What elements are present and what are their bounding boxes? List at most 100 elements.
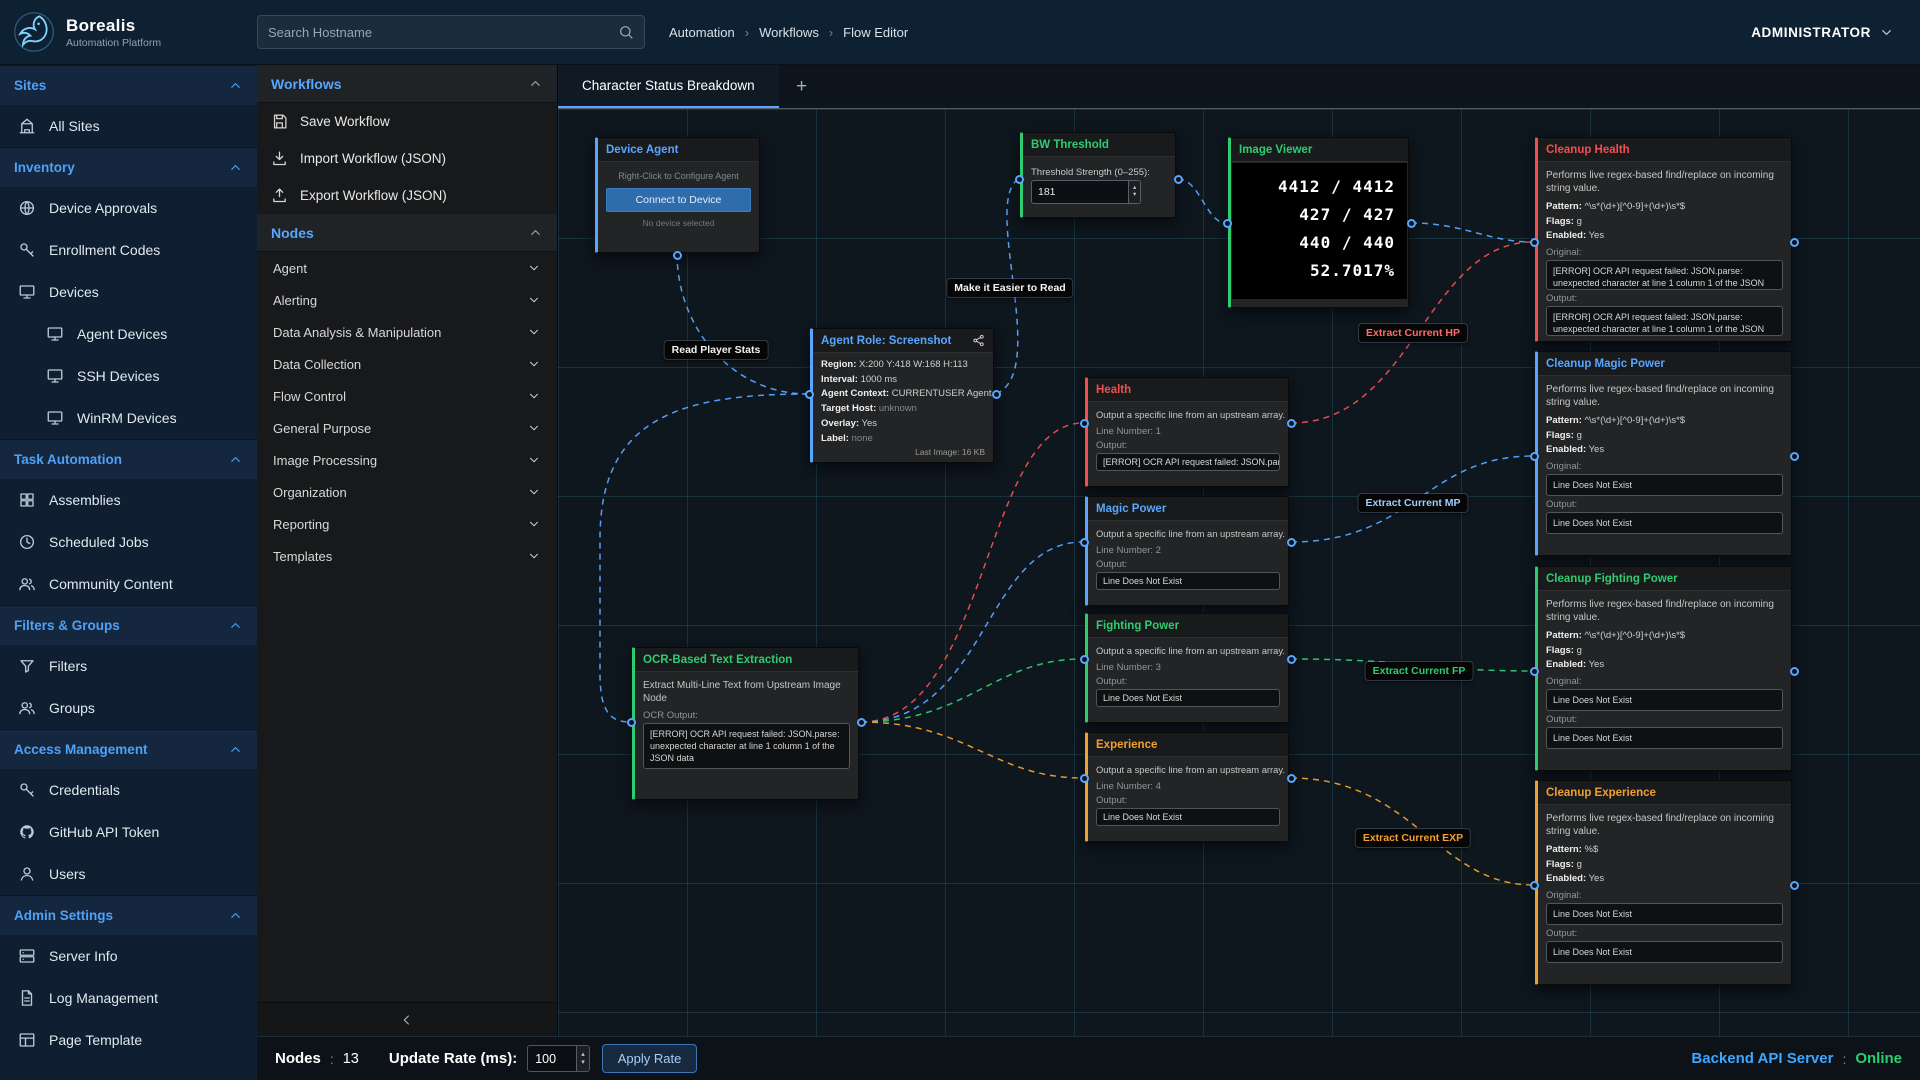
- connector-dot[interactable]: [1790, 452, 1799, 461]
- threshold-input[interactable]: ▴▾: [1031, 180, 1141, 204]
- node-category-alerting[interactable]: Alerting: [257, 284, 557, 316]
- connector-dot[interactable]: [1790, 881, 1799, 890]
- overlay-label: Overlay:: [821, 418, 859, 429]
- nodes-section-header[interactable]: Nodes: [257, 214, 557, 252]
- connect-to-device-button[interactable]: Connect to Device: [606, 188, 751, 212]
- update-rate-input[interactable]: ▴▾: [527, 1045, 590, 1072]
- connector-dot[interactable]: [1287, 419, 1296, 428]
- connector-dot[interactable]: [1080, 538, 1089, 547]
- sidebar-section-filters-groups[interactable]: Filters & Groups: [0, 605, 257, 645]
- node-device-agent[interactable]: Device Agent Right-Click to Configure Ag…: [595, 137, 760, 253]
- sidebar-item-devices[interactable]: Devices: [0, 271, 257, 313]
- connector-dot[interactable]: [1530, 667, 1539, 676]
- node-category-templates[interactable]: Templates: [257, 540, 557, 572]
- node-fighting-power[interactable]: Fighting Power Output a specific line fr…: [1085, 613, 1289, 723]
- node-bw-threshold[interactable]: BW Threshold Threshold Strength (0–255):…: [1020, 132, 1176, 218]
- connector-dot[interactable]: [1790, 238, 1799, 247]
- sidebar-item-credentials[interactable]: Credentials: [0, 769, 257, 811]
- sidebar-section-access-management[interactable]: Access Management: [0, 729, 257, 769]
- sidebar-section-inventory[interactable]: Inventory: [0, 147, 257, 187]
- connector-dot[interactable]: [1287, 774, 1296, 783]
- flow-canvas[interactable]: Read Player Stats Make it Easier to Read…: [558, 109, 1920, 1036]
- connector-dot[interactable]: [1407, 219, 1416, 228]
- connector-dot[interactable]: [1790, 667, 1799, 676]
- node-cleanup-fighting-power[interactable]: Cleanup Fighting Power Performs live reg…: [1535, 566, 1792, 771]
- import-workflow-button[interactable]: Import Workflow (JSON): [257, 140, 557, 177]
- search-input[interactable]: [268, 25, 618, 40]
- breadcrumb-flow-editor[interactable]: Flow Editor: [843, 25, 908, 40]
- connector-dot[interactable]: [1223, 219, 1232, 228]
- sidebar-item-github-api-token[interactable]: GitHub API Token: [0, 811, 257, 853]
- node-category-organization[interactable]: Organization: [257, 476, 557, 508]
- node-magic-power[interactable]: Magic Power Output a specific line from …: [1085, 496, 1289, 606]
- node-category-flow-control[interactable]: Flow Control: [257, 380, 557, 412]
- connector-dot[interactable]: [992, 390, 1001, 399]
- number-stepper[interactable]: ▴▾: [576, 1046, 589, 1071]
- node-category-image-processing[interactable]: Image Processing: [257, 444, 557, 476]
- sidebar-item-groups[interactable]: Groups: [0, 687, 257, 729]
- node-cleanup-magic-power[interactable]: Cleanup Magic Power Performs live regex-…: [1535, 351, 1792, 556]
- node-agent-role-screenshot[interactable]: Agent Role: Screenshot Region: X:200 Y:4…: [810, 328, 994, 463]
- export-workflow-button[interactable]: Export Workflow (JSON): [257, 177, 557, 214]
- breadcrumb-workflows[interactable]: Workflows: [759, 25, 819, 40]
- sidebar-item-enrollment-codes[interactable]: Enrollment Codes: [0, 229, 257, 271]
- node-experience[interactable]: Experience Output a specific line from a…: [1085, 732, 1289, 842]
- sidebar-item-all-sites[interactable]: All Sites: [0, 105, 257, 147]
- sidebar-item-ssh-devices[interactable]: SSH Devices: [0, 355, 257, 397]
- sidebar-item-page-template[interactable]: Page Template: [0, 1019, 257, 1061]
- sidebar-item-users[interactable]: Users: [0, 853, 257, 895]
- sidebar-item-agent-devices[interactable]: Agent Devices: [0, 313, 257, 355]
- threshold-value-field[interactable]: [1032, 181, 1128, 203]
- breadcrumb-automation[interactable]: Automation: [669, 25, 735, 40]
- node-category-data-collection[interactable]: Data Collection: [257, 348, 557, 380]
- connector-dot[interactable]: [1530, 238, 1539, 247]
- fp-readout: 440 / 440: [1244, 229, 1395, 257]
- number-stepper[interactable]: ▴▾: [1128, 181, 1140, 203]
- update-rate-field[interactable]: [528, 1046, 576, 1071]
- connector-dot[interactable]: [1015, 175, 1024, 184]
- connector-dot[interactable]: [805, 390, 814, 399]
- tab-character-status-breakdown[interactable]: Character Status Breakdown: [558, 65, 779, 108]
- connector-dot[interactable]: [1080, 419, 1089, 428]
- connector-dot[interactable]: [1080, 655, 1089, 664]
- workflows-section-header[interactable]: Workflows: [257, 65, 557, 103]
- node-cleanup-experience[interactable]: Cleanup Experience Performs live regex-b…: [1535, 780, 1792, 985]
- sidebar-item-filters[interactable]: Filters: [0, 645, 257, 687]
- apply-rate-button[interactable]: Apply Rate: [602, 1044, 698, 1073]
- sidebar-item-log-management[interactable]: Log Management: [0, 977, 257, 1019]
- grid-icon: [18, 491, 36, 509]
- user-menu[interactable]: ADMINISTRATOR: [1751, 25, 1894, 40]
- node-health[interactable]: Health Output a specific line from an up…: [1085, 377, 1289, 487]
- collapse-panel-button[interactable]: [257, 1002, 557, 1036]
- connector-dot[interactable]: [1287, 538, 1296, 547]
- connector-dot[interactable]: [1530, 452, 1539, 461]
- share-icon[interactable]: [972, 334, 985, 347]
- connector-dot[interactable]: [1530, 881, 1539, 890]
- sidebar-item-assemblies[interactable]: Assemblies: [0, 479, 257, 521]
- add-tab-button[interactable]: +: [779, 65, 825, 108]
- sidebar-section-task-automation[interactable]: Task Automation: [0, 439, 257, 479]
- sidebar-item-scheduled-jobs[interactable]: Scheduled Jobs: [0, 521, 257, 563]
- node-cleanup-health[interactable]: Cleanup Health Performs live regex-based…: [1535, 137, 1792, 342]
- sidebar-item-server-info[interactable]: Server Info: [0, 935, 257, 977]
- connector-dot[interactable]: [1287, 655, 1296, 664]
- output-value: Line Does Not Exist: [1546, 727, 1783, 749]
- sidebar-item-device-approvals[interactable]: Device Approvals: [0, 187, 257, 229]
- node-category-data-analysis[interactable]: Data Analysis & Manipulation: [257, 316, 557, 348]
- connector-dot[interactable]: [627, 718, 636, 727]
- sidebar-item-winrm-devices[interactable]: WinRM Devices: [0, 397, 257, 439]
- connector-dot[interactable]: [1080, 774, 1089, 783]
- sidebar-item-community-content[interactable]: Community Content: [0, 563, 257, 605]
- save-workflow-button[interactable]: Save Workflow: [257, 103, 557, 140]
- node-category-reporting[interactable]: Reporting: [257, 508, 557, 540]
- node-category-general-purpose[interactable]: General Purpose: [257, 412, 557, 444]
- sidebar-section-sites[interactable]: Sites: [0, 65, 257, 105]
- node-ocr-text-extraction[interactable]: OCR-Based Text Extraction Extract Multi-…: [632, 647, 859, 800]
- hostname-search[interactable]: [257, 15, 645, 49]
- node-image-viewer[interactable]: Image Viewer 4412 / 4412 427 / 427 440 /…: [1228, 137, 1409, 308]
- node-category-agent[interactable]: Agent: [257, 252, 557, 284]
- connector-dot[interactable]: [857, 718, 866, 727]
- connector-dot[interactable]: [673, 251, 682, 260]
- sidebar-section-admin-settings[interactable]: Admin Settings: [0, 895, 257, 935]
- connector-dot[interactable]: [1174, 175, 1183, 184]
